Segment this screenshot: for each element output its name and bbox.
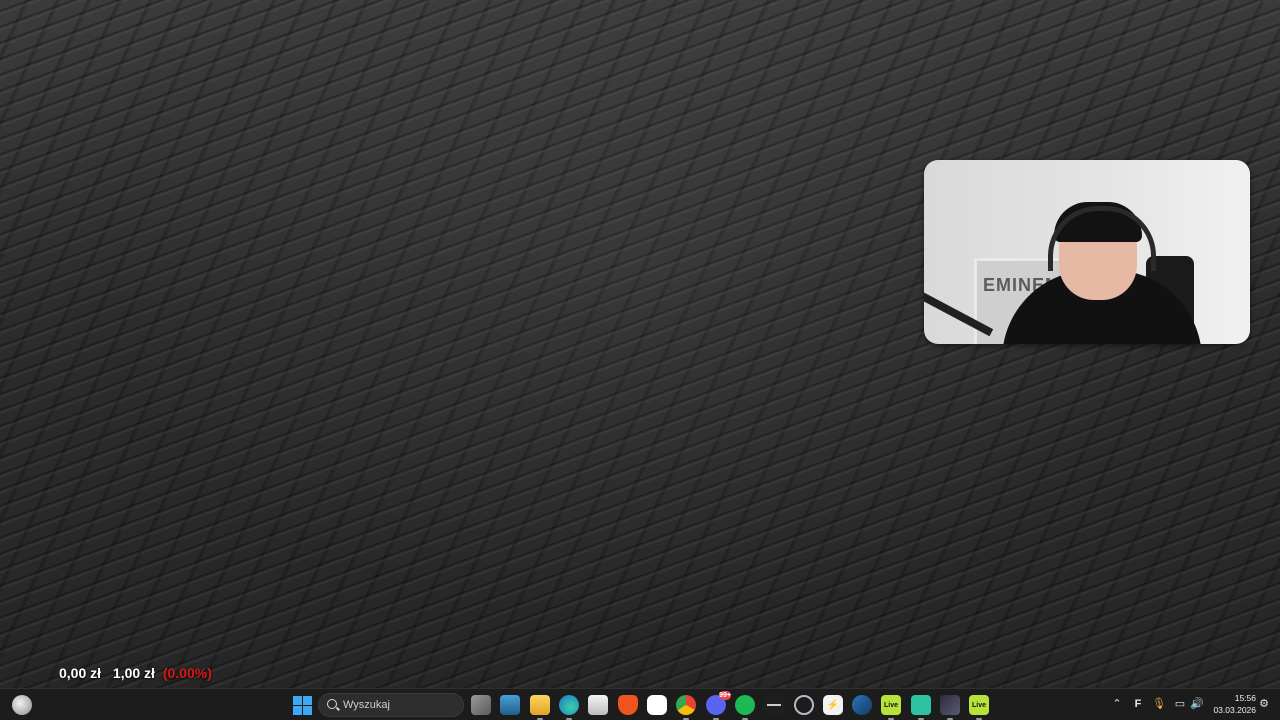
start-button[interactable] — [292, 695, 312, 715]
store-icon[interactable] — [588, 695, 608, 715]
search-label: Wyszukaj — [343, 699, 390, 711]
search-icon — [327, 699, 337, 709]
microphone-icon[interactable]: 🎙 — [1151, 696, 1167, 712]
taskbar: Wyszukaj 99+ ⚡ Live Live ⌃ F 🎙 ▭ 🔊 15:56… — [0, 688, 1280, 720]
clock-date: 03.03.2026 — [1213, 705, 1256, 715]
network-icon[interactable]: ▭ — [1172, 696, 1188, 712]
price-ticker: 0,00 zł 1,00 zł (0.00%) — [59, 665, 220, 683]
notification-icon[interactable]: ⚙ — [1256, 696, 1272, 712]
cloud-icon[interactable] — [647, 695, 667, 715]
weather-widget-icon[interactable] — [12, 695, 32, 715]
camera-icon[interactable] — [911, 695, 931, 720]
desktop-wallpaper — [0, 0, 1280, 688]
ticker-price-a: 0,00 zł — [59, 665, 102, 681]
windows-logo-icon — [293, 696, 302, 705]
steam-icon[interactable] — [852, 695, 872, 715]
taskbar-search[interactable]: Wyszukaj — [318, 693, 464, 717]
bolt-icon[interactable]: ⚡ — [823, 695, 843, 715]
webcam-overlay: EMINEM — [924, 160, 1250, 344]
task-view-icon[interactable] — [471, 695, 491, 715]
live-icon[interactable]: Live — [881, 695, 901, 720]
edge-icon[interactable] — [559, 695, 579, 720]
monitor-icon[interactable] — [500, 695, 520, 715]
folder-icon[interactable] — [530, 695, 550, 720]
waveform-line — [767, 704, 781, 706]
keyboard-layout-icon[interactable]: F — [1130, 696, 1146, 712]
waveform-icon[interactable] — [764, 695, 784, 715]
volume-icon[interactable]: 🔊 — [1189, 696, 1205, 712]
spotify-icon[interactable] — [735, 695, 755, 720]
davinci-icon[interactable] — [940, 695, 960, 720]
mixer-icon[interactable] — [794, 695, 814, 715]
clock-time: 15:56 — [1234, 693, 1256, 703]
system-clock[interactable]: 15:56 03.03.2026 — [1208, 692, 1256, 716]
ticker-change: (0.00%) — [162, 665, 212, 681]
windows-logo-pane — [303, 706, 312, 715]
brave-icon[interactable] — [618, 695, 638, 715]
live-icon-2[interactable]: Live — [969, 695, 989, 720]
discord-icon[interactable]: 99+ — [706, 691, 731, 720]
discord-badge: 99+ — [719, 691, 731, 700]
ticker-price-b: 1,00 zł — [112, 665, 155, 681]
chevron-up-icon[interactable]: ⌃ — [1109, 696, 1125, 712]
windows-logo-pane — [293, 706, 302, 715]
windows-logo-pane — [303, 696, 312, 705]
chrome-icon[interactable] — [676, 695, 696, 720]
